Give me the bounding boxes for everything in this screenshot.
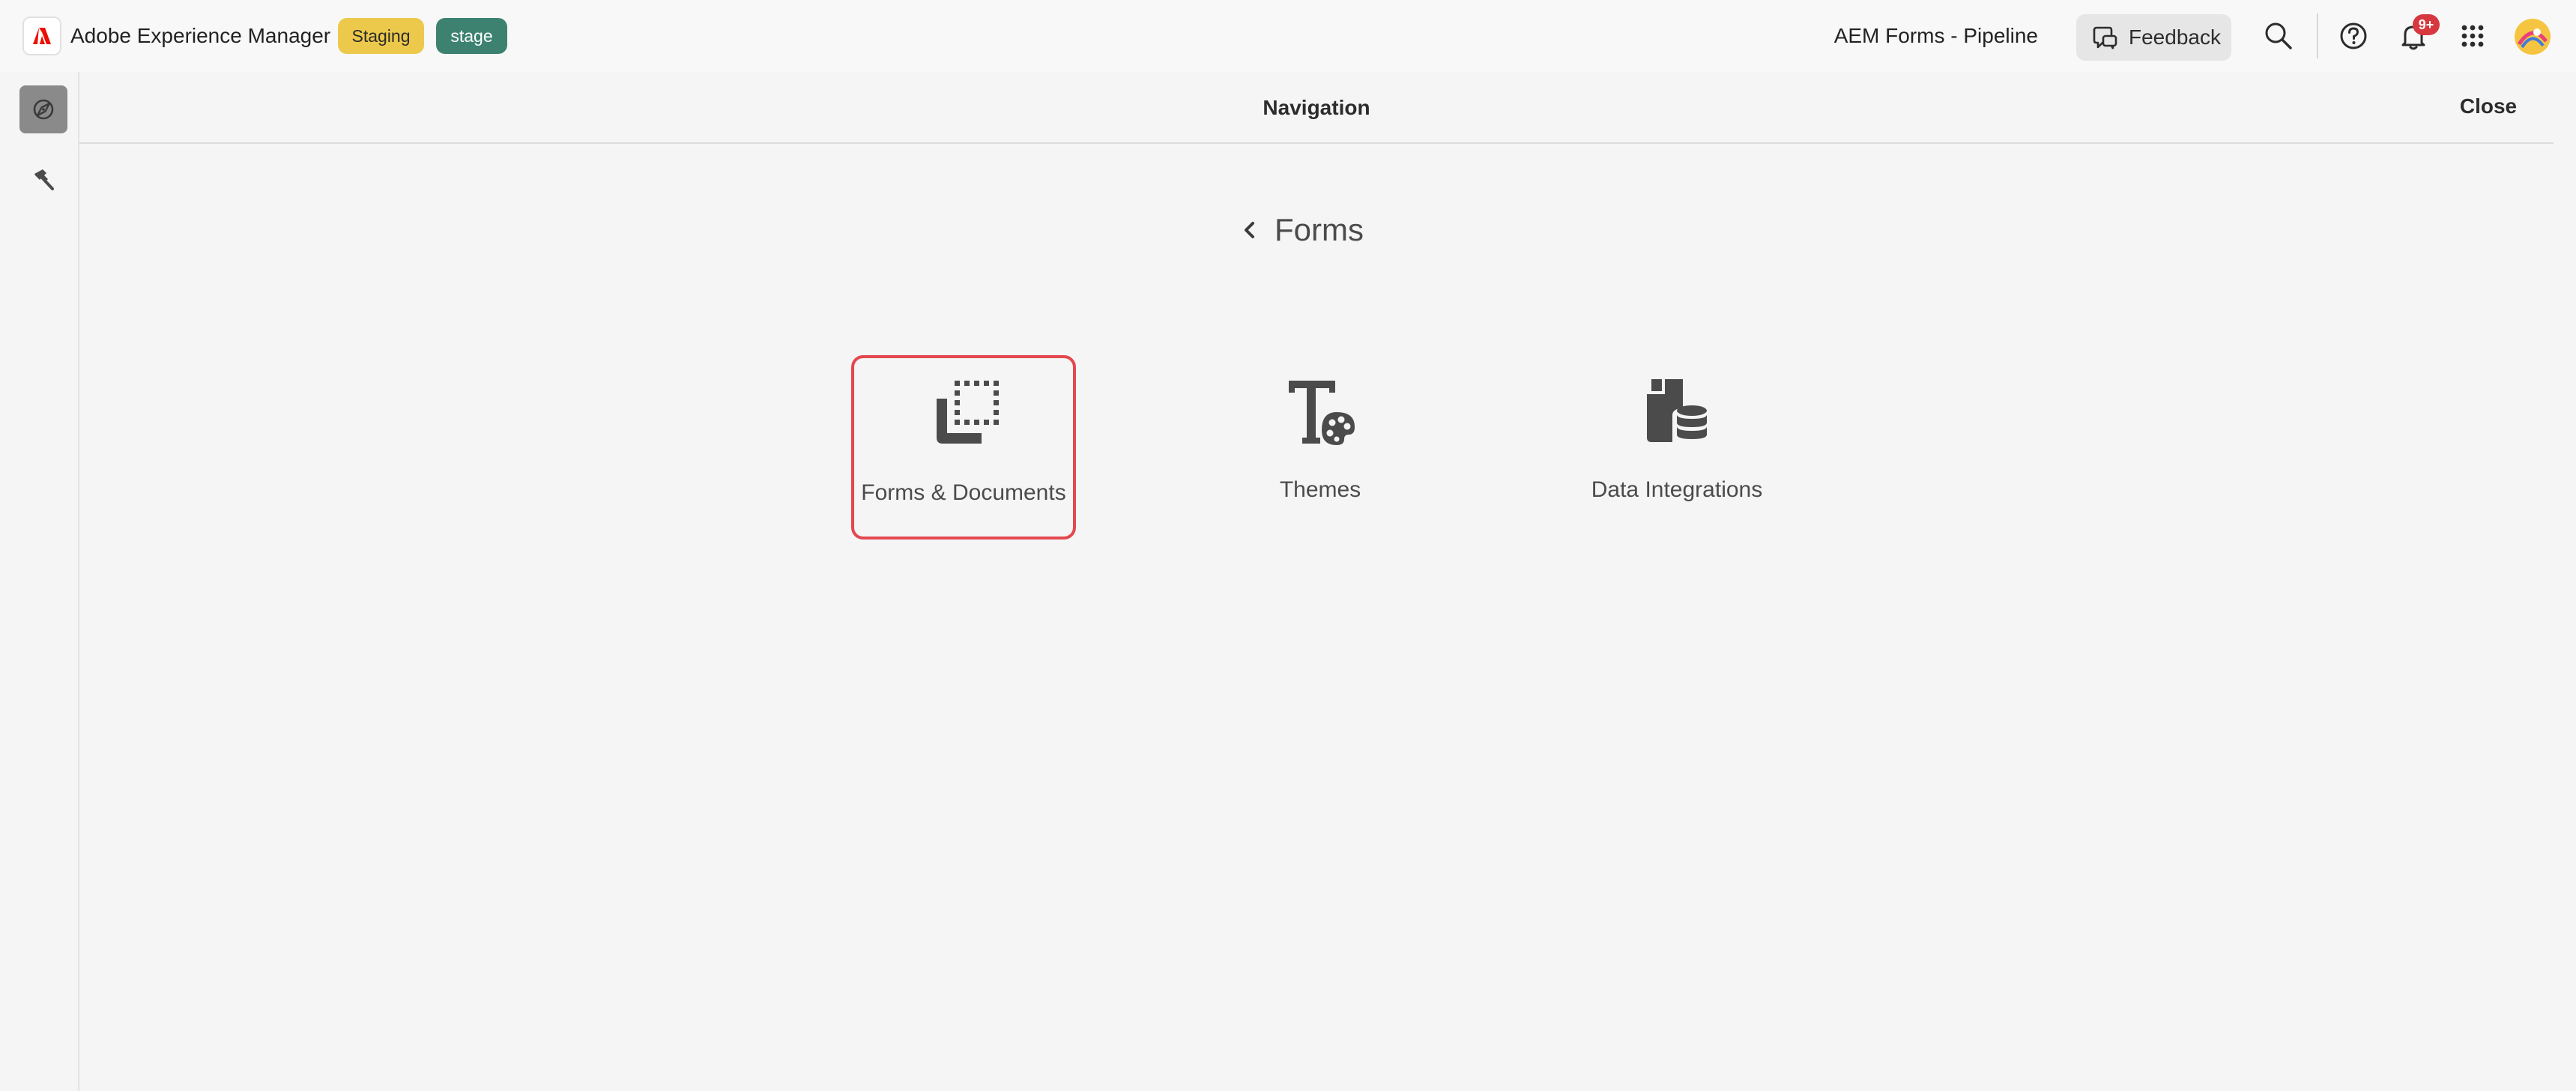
help-icon[interactable] (2337, 19, 2370, 52)
adobe-logo-icon[interactable] (22, 16, 61, 55)
breadcrumb-title: Forms (1275, 212, 1364, 247)
environment-badge-stage: stage (436, 18, 507, 54)
toolbar-divider (2317, 13, 2318, 58)
panel-title: Navigation (1263, 96, 1370, 119)
data-integrations-icon (1647, 379, 1707, 442)
tile-label: Themes (1279, 477, 1361, 502)
panel-header: Navigation Close (79, 72, 2554, 144)
themes-icon (1289, 381, 1355, 445)
close-button[interactable]: Close (2447, 90, 2530, 123)
tile-themes[interactable]: Themes (1208, 355, 1433, 540)
rail-navigation-button[interactable] (19, 85, 67, 133)
tools-hammer-icon (34, 169, 54, 190)
program-name[interactable]: AEM Forms - Pipeline (1798, 19, 2038, 52)
tile-label: Data Integrations (1591, 477, 1763, 502)
navigation-panel: Navigation Close Forms Forms & Documents (79, 72, 2554, 1091)
tile-label: Forms & Documents (861, 480, 1066, 505)
top-bar: Adobe Experience Manager Staging stage A… (0, 0, 2576, 72)
tile-forms-documents[interactable]: Forms & Documents (851, 355, 1076, 540)
feedback-label: Feedback (2129, 25, 2221, 49)
left-rail (7, 72, 79, 1091)
navigation-compass-icon (33, 99, 54, 120)
apps-grid-icon[interactable] (2456, 19, 2489, 52)
avatar[interactable] (2515, 19, 2551, 55)
app-title[interactable]: Adobe Experience Manager (70, 19, 330, 52)
notification-count-badge: 9+ (2413, 14, 2440, 35)
search-icon[interactable] (2262, 19, 2295, 52)
tile-data-integrations[interactable]: Data Integrations (1564, 355, 1789, 540)
forms-documents-icon (937, 381, 999, 444)
feedback-button[interactable]: Feedback (2076, 14, 2231, 61)
chevron-left-icon (1245, 222, 1254, 238)
rail-tools-button[interactable] (19, 156, 67, 204)
feedback-icon (2093, 26, 2117, 49)
environment-badge-staging: Staging (338, 18, 424, 54)
